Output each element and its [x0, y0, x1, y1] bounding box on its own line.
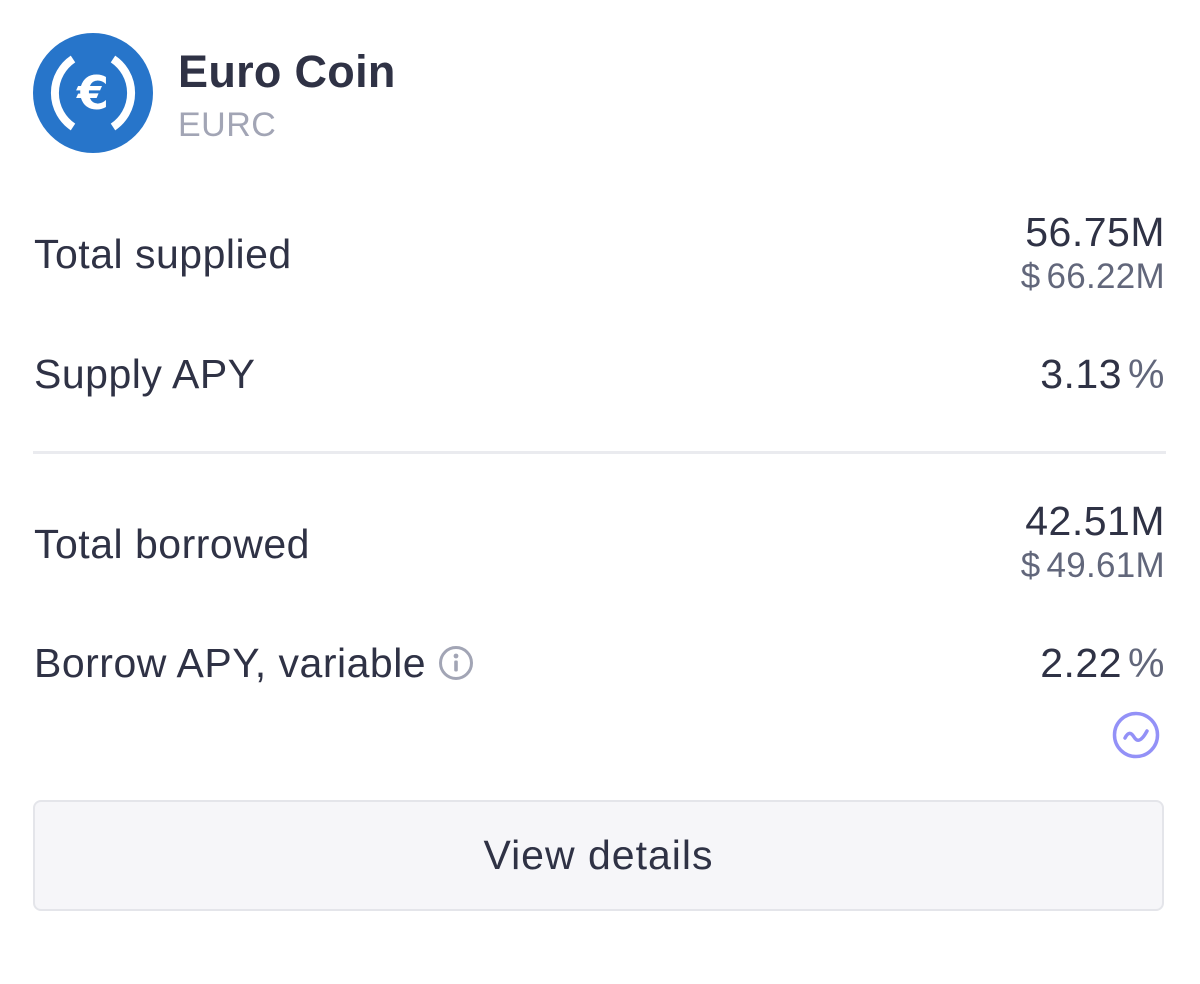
view-details-button[interactable]: View details [33, 800, 1164, 911]
total-borrowed-usd: $49.61M [1021, 545, 1165, 587]
borrow-apy-value: 2.22% [1040, 639, 1165, 687]
total-supplied-row: Total supplied 56.75M $66.22M [34, 208, 1165, 308]
borrow-apy-unit: % [1128, 640, 1165, 686]
borrow-apy-label-group: Borrow APY, variable [34, 639, 474, 687]
asset-names: Euro Coin EURC [178, 33, 396, 145]
total-supplied-usd-amount: 66.22M [1046, 257, 1165, 296]
info-icon[interactable] [438, 645, 474, 681]
section-divider [33, 451, 1166, 454]
supply-apy-label: Supply APY [34, 351, 256, 397]
total-borrowed-row: Total borrowed 42.51M $49.61M [34, 497, 1165, 597]
total-supplied-usd: $66.22M [1021, 256, 1165, 298]
total-supplied-label: Total supplied [34, 231, 292, 277]
usd-symbol: $ [1020, 546, 1041, 585]
usd-symbol: $ [1020, 257, 1041, 296]
asset-name: Euro Coin [178, 46, 396, 97]
svg-text:€: € [76, 66, 109, 120]
total-borrowed-amount: 42.51M [1025, 498, 1165, 544]
supply-apy-row: Supply APY 3.13% [34, 350, 1165, 400]
borrow-apy-label: Borrow APY, variable [34, 640, 427, 686]
supply-apy-value: 3.13% [1040, 350, 1165, 398]
total-supplied-amount: 56.75M [1025, 209, 1165, 255]
asset-card: € Euro Coin EURC Total supplied 56.75M $… [0, 0, 1200, 984]
borrow-apy-number: 2.22 [1040, 640, 1123, 686]
asset-header: € Euro Coin EURC [33, 33, 396, 153]
borrow-apy-row: Borrow APY, variable 2.22% [34, 639, 1165, 689]
total-supplied-values: 56.75M $66.22M [1021, 208, 1165, 298]
total-borrowed-values: 42.51M $49.61M [1021, 497, 1165, 587]
total-borrowed-label: Total borrowed [34, 521, 310, 567]
total-borrowed-usd-amount: 49.61M [1046, 546, 1165, 585]
supply-apy-number: 3.13 [1040, 351, 1123, 397]
euro-coin-icon: € [33, 33, 153, 153]
asset-symbol: EURC [178, 106, 277, 144]
supply-apy-unit: % [1128, 351, 1165, 397]
variable-rate-icon[interactable] [1111, 710, 1161, 760]
